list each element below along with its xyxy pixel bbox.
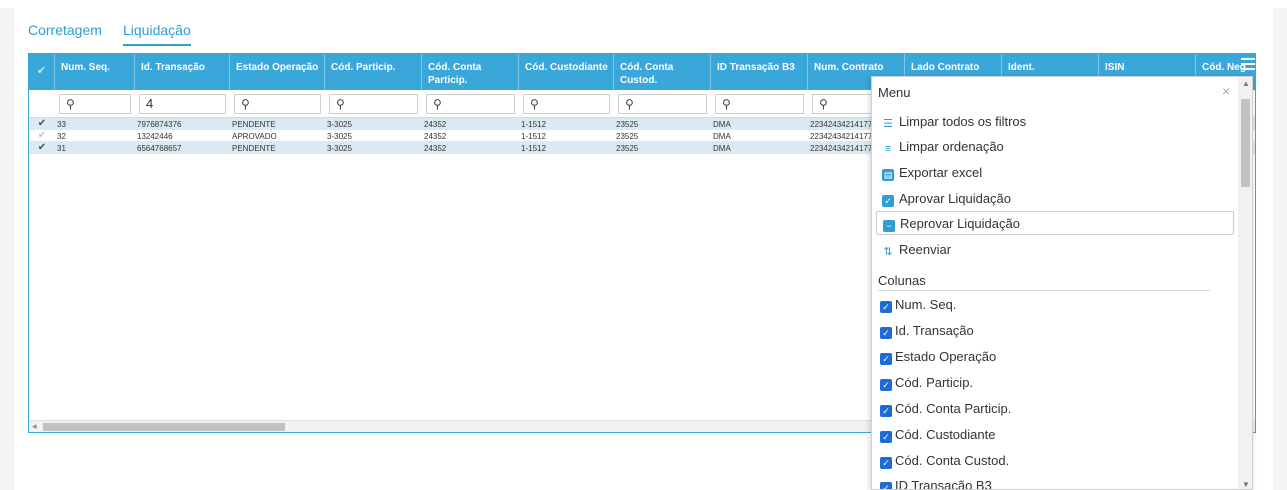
column-header-num-seq[interactable]: Num. Seq. xyxy=(55,54,135,90)
filter-icon: ☰ xyxy=(883,118,893,130)
sort-icon: ≡ xyxy=(884,143,892,155)
vertical-scroll-thumb[interactable] xyxy=(1241,99,1250,187)
column-toggle-cod-conta-particip[interactable]: ✓ Cód. Conta Particip. xyxy=(880,401,1011,421)
checkbox-checked-icon: ✓ xyxy=(880,327,892,339)
search-icon: ⚲ xyxy=(530,97,539,111)
menu-item-clear-sort[interactable]: ≡ Limpar ordenação xyxy=(876,135,1234,159)
top-strip xyxy=(0,0,1287,8)
tab-corretagem[interactable]: Corretagem xyxy=(28,22,102,38)
checkbox-checked-icon: ✓ xyxy=(880,431,892,443)
resend-icon: ⇅ xyxy=(883,246,893,258)
filter-input-num-seq[interactable]: ⚲ xyxy=(59,94,131,114)
search-icon: ⚲ xyxy=(336,97,345,111)
filter-input-id-transacao-b3[interactable]: ⚲ xyxy=(715,94,804,114)
filter-input-cod-conta-particip[interactable]: ⚲ xyxy=(426,94,515,114)
menu-item-approve-settlement[interactable]: ✓ Aprovar Liquidação xyxy=(876,187,1234,211)
menu-item-reject-settlement[interactable]: − Reprovar Liquidação xyxy=(876,211,1234,235)
scroll-down-icon[interactable]: ▼ xyxy=(1242,480,1250,489)
search-icon: ⚲ xyxy=(722,97,731,111)
row-check-icon[interactable]: ✔ xyxy=(29,142,55,154)
checkbox-checked-icon: ✓ xyxy=(880,379,892,391)
filter-input-cod-particip[interactable]: ⚲ xyxy=(329,94,418,114)
column-header-id-transacao[interactable]: Id. Transação xyxy=(135,54,230,90)
menu-vertical-scrollbar[interactable]: ▲ ▼ xyxy=(1238,77,1252,489)
minus-box-icon: − xyxy=(883,220,895,232)
scroll-left-icon[interactable]: ◂ xyxy=(32,421,37,432)
scroll-up-icon[interactable]: ▲ xyxy=(1242,79,1250,88)
search-icon: ⚲ xyxy=(433,97,442,111)
search-icon: ⚲ xyxy=(66,97,75,111)
column-header-cod-conta-particip[interactable]: Cód. Conta Particip. xyxy=(422,54,519,90)
checkbox-checked-icon: ✓ xyxy=(880,482,892,489)
search-icon: ⚲ xyxy=(625,97,634,111)
column-toggle-id-transacao[interactable]: ✓ Id. Transação xyxy=(880,323,974,343)
select-all-check-icon[interactable]: ✔ xyxy=(29,54,55,90)
filter-input-id-transacao[interactable]: 4 xyxy=(139,94,226,114)
column-toggle-id-transacao-b3[interactable]: ✓ ID Transação B3 xyxy=(880,478,992,489)
column-header-estado-operacao[interactable]: Estado Operação xyxy=(230,54,325,90)
search-icon: ⚲ xyxy=(819,97,828,111)
check-box-icon: ✓ xyxy=(882,195,894,207)
checkbox-checked-icon: ✓ xyxy=(880,457,892,469)
horizontal-scroll-thumb[interactable] xyxy=(43,423,285,431)
filter-input-cod-custodiante[interactable]: ⚲ xyxy=(523,94,610,114)
column-menu-icon[interactable] xyxy=(1241,58,1255,72)
grid-menu-panel: Menu × ☰ Limpar todos os filtros ≡ Limpar … xyxy=(871,76,1253,490)
checkbox-checked-icon: ✓ xyxy=(880,405,892,417)
tab-liquidacao[interactable]: Liquidação xyxy=(123,22,191,46)
menu-item-clear-filters[interactable]: ☰ Limpar todos os filtros xyxy=(876,110,1234,134)
column-toggle-cod-particip[interactable]: ✓ Cód. Particip. xyxy=(880,375,973,395)
search-icon: ⚲ xyxy=(241,97,250,111)
column-toggle-num-seq[interactable]: ✓ Num. Seq. xyxy=(880,297,956,317)
column-toggle-estado-operacao[interactable]: ✓ Estado Operação xyxy=(880,349,996,369)
menu-item-export-excel[interactable]: ▤ Exportar excel xyxy=(876,161,1234,185)
row-check-icon[interactable]: ✔ xyxy=(29,130,55,142)
menu-item-resend[interactable]: ⇅ Reenviar xyxy=(876,238,1234,262)
columns-section-title: Colunas xyxy=(878,273,926,288)
column-toggle-cod-conta-custod[interactable]: ✓ Cód. Conta Custod. xyxy=(880,453,1009,473)
menu-title: Menu xyxy=(878,85,911,100)
checkbox-checked-icon: ✓ xyxy=(880,301,892,313)
filter-input-estado-operacao[interactable]: ⚲ xyxy=(234,94,321,114)
column-header-cod-conta-custod[interactable]: Cód. Conta Custod. xyxy=(614,54,711,90)
column-header-cod-custodiante[interactable]: Cód. Custodiante xyxy=(519,54,614,90)
column-header-id-transacao-b3[interactable]: ID Transação B3 xyxy=(711,54,808,90)
filter-input-cod-conta-custod[interactable]: ⚲ xyxy=(618,94,707,114)
menu-divider xyxy=(878,290,1210,291)
checkbox-checked-icon: ✓ xyxy=(880,353,892,365)
close-icon[interactable]: × xyxy=(1222,83,1230,99)
file-icon: ▤ xyxy=(882,169,894,181)
column-toggle-cod-custodiante[interactable]: ✓ Cód. Custodiante xyxy=(880,427,995,447)
column-header-cod-particip[interactable]: Cód. Particip. xyxy=(325,54,422,90)
row-check-icon[interactable]: ✔ xyxy=(29,118,55,130)
